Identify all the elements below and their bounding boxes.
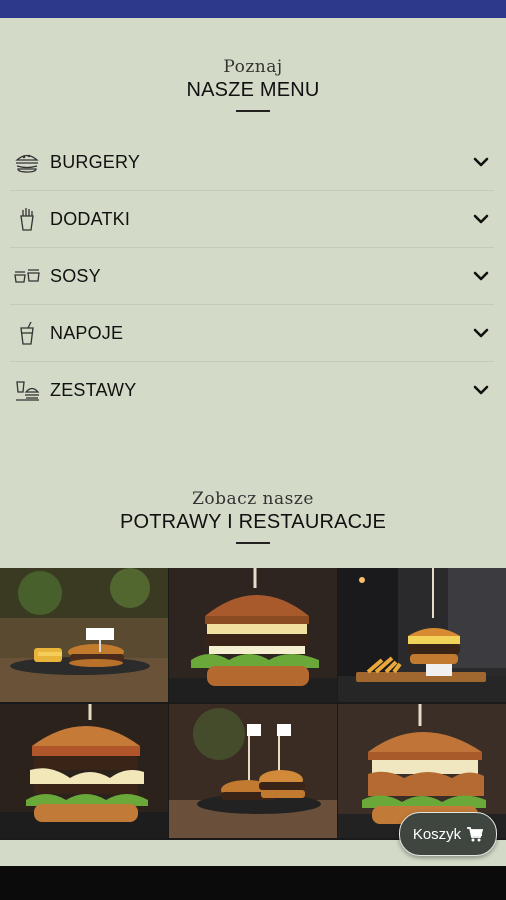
gallery-photo-mini-burgers[interactable] [169, 704, 337, 838]
burger-icon [12, 147, 42, 177]
status-bar [0, 0, 506, 18]
menu-category-list: BURGERY DODATKI SOSY NAPOJE ZESTAWY [10, 134, 494, 418]
chevron-down-icon[interactable] [472, 210, 490, 228]
menu-item-napoje[interactable]: NAPOJE [10, 305, 494, 362]
menu-item-label: NAPOJE [50, 322, 124, 343]
chevron-down-icon[interactable] [472, 153, 490, 171]
chevron-down-icon[interactable] [472, 267, 490, 285]
menu-item-dodatki[interactable]: DODATKI [10, 191, 494, 248]
cart-button[interactable]: Koszyk [399, 812, 497, 856]
menu-item-label: SOSY [50, 265, 101, 286]
drink-icon [12, 318, 42, 348]
menu-item-sosy[interactable]: SOSY [10, 248, 494, 305]
menu-item-label: BURGERY [50, 151, 141, 172]
title-underline [236, 542, 270, 544]
chevron-down-icon[interactable] [472, 324, 490, 342]
gallery-photo-restaurant[interactable] [338, 568, 506, 702]
sauce-icon [12, 261, 42, 291]
gallery-kicker: Zobacz nasze [192, 489, 314, 509]
menu-item-burgery[interactable]: BURGERY [10, 134, 494, 191]
title-underline [236, 110, 270, 112]
cart-button-label: Koszyk [412, 825, 462, 843]
gallery-title: POTRAWY I RESTAURACJE [119, 511, 387, 533]
gallery-section-header: Zobacz nasze POTRAWY I RESTAURACJE [0, 489, 506, 544]
combo-set-icon [12, 375, 42, 405]
menu-title: NASZE MENU [186, 79, 320, 101]
photo-gallery [0, 568, 506, 840]
menu-kicker: Poznaj [223, 57, 283, 77]
cart-icon [467, 826, 484, 841]
menu-item-label: ZESTAWY [50, 379, 137, 400]
chevron-down-icon[interactable] [472, 381, 490, 399]
menu-item-zestawy[interactable]: ZESTAWY [10, 362, 494, 418]
gallery-photo-tall-burger[interactable] [169, 568, 337, 702]
fries-icon [12, 204, 42, 234]
menu-section-header: Poznaj NASZE MENU [0, 57, 506, 112]
gallery-photo-burger-fries[interactable] [0, 568, 168, 702]
navigation-bar [0, 866, 506, 900]
gallery-photo-bacon-burger[interactable] [0, 704, 168, 838]
menu-item-label: DODATKI [50, 208, 131, 229]
